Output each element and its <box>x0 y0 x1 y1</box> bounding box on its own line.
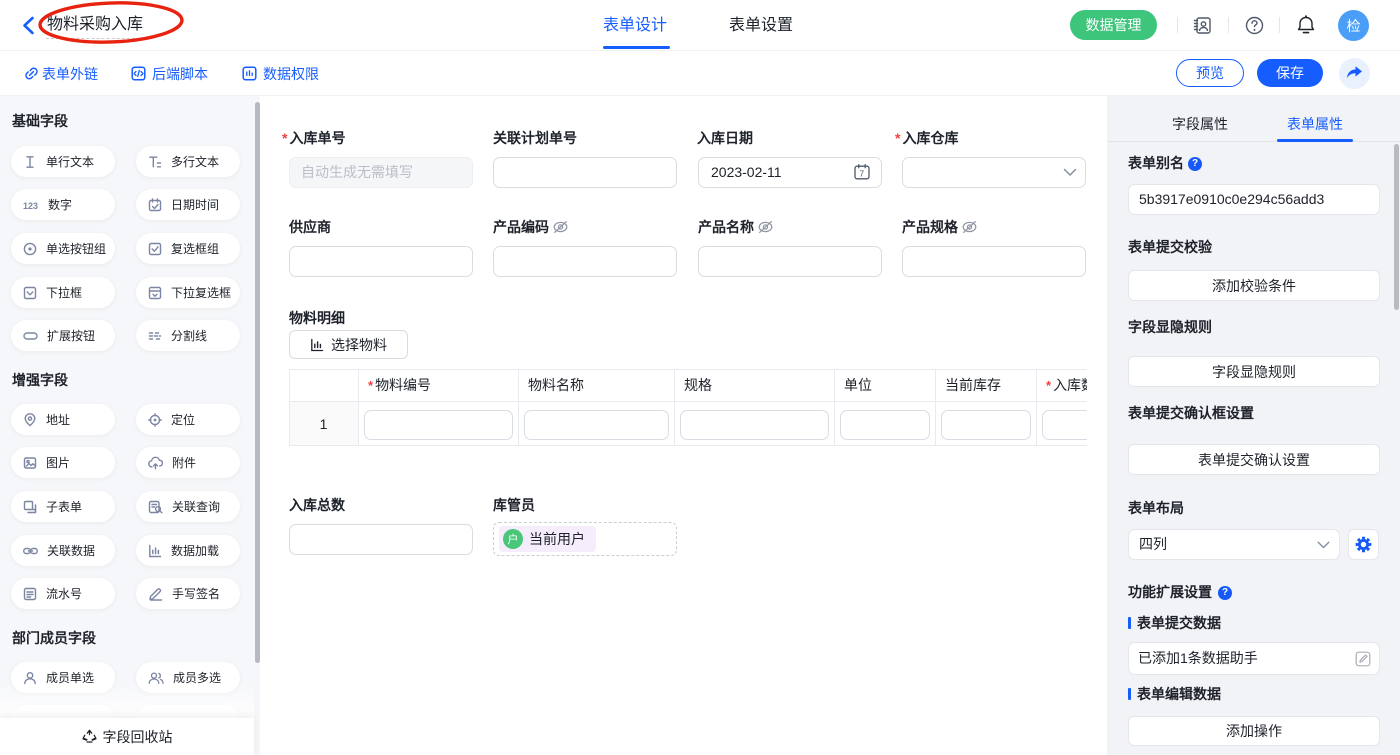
svg-text:7: 7 <box>859 169 864 179</box>
svg-text:123: 123 <box>23 201 38 211</box>
